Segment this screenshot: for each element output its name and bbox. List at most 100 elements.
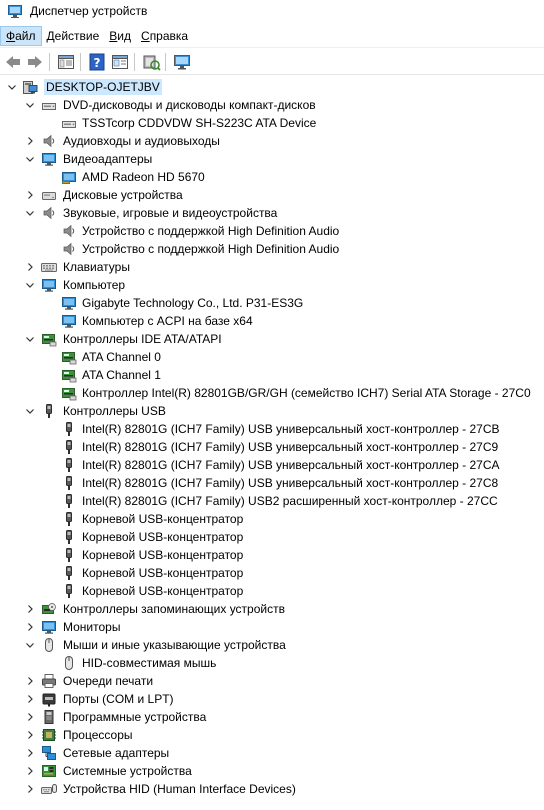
tree-category[interactable]: Клавиатуры	[0, 258, 544, 276]
disk-drive-icon	[42, 192, 56, 200]
chevron-down-icon[interactable]	[6, 81, 18, 93]
tree-device[interactable]: Корневой USB-концентратор	[0, 582, 544, 600]
properties-button[interactable]	[110, 52, 130, 72]
tree-device[interactable]: Intel(R) 82801G (ICH7 Family) USB универ…	[0, 438, 544, 456]
tree-root[interactable]: DESKTOP-OJETJBV	[0, 78, 544, 96]
update-driver-button[interactable]	[172, 52, 192, 72]
chevron-down-icon[interactable]	[24, 153, 36, 165]
chevron-right-icon[interactable]	[24, 675, 36, 687]
tree-device[interactable]: TSSTcorp CDDVDW SH-S223C ATA Device	[0, 114, 544, 132]
help-button[interactable]: ?	[87, 52, 107, 72]
chevron-right-icon[interactable]	[24, 783, 36, 795]
tree-device[interactable]: Intel(R) 82801G (ICH7 Family) USB универ…	[0, 456, 544, 474]
tree-device[interactable]: AMD Radeon HD 5670	[0, 168, 544, 186]
chevron-right-icon[interactable]	[24, 711, 36, 723]
tree-device[interactable]: Устройство с поддержкой High Definition …	[0, 222, 544, 240]
tree-category[interactable]: Мониторы	[0, 618, 544, 636]
tree-item-label: DVD-дисководы и дисководы компакт-дисков	[63, 98, 316, 112]
tree-category[interactable]: Устройства HID (Human Interface Devices)	[0, 780, 544, 798]
tree-item-label: Intel(R) 82801G (ICH7 Family) USB2 расши…	[82, 494, 498, 508]
keyboard-icon	[41, 263, 57, 272]
tree-item-label: Intel(R) 82801G (ICH7 Family) USB универ…	[82, 476, 499, 490]
menu-item-2[interactable]: Вид	[104, 26, 136, 46]
tree-item-label: Системные устройства	[63, 764, 192, 778]
tree-category[interactable]: Мыши и иные указывающие устройства	[0, 636, 544, 654]
tree-category[interactable]: Компьютер	[0, 276, 544, 294]
chevron-right-icon[interactable]	[24, 765, 36, 777]
tree-category[interactable]: DVD-дисководы и дисководы компакт-дисков	[0, 96, 544, 114]
tree-item-label: Корневой USB-концентратор	[82, 512, 244, 526]
tree-item-label: Звуковые, игровые и видеоустройства	[63, 206, 278, 220]
tree-category[interactable]: Аудиовходы и аудиовыходы	[0, 132, 544, 150]
tree-device[interactable]: HID-совместимая мышь	[0, 654, 544, 672]
tree-category[interactable]: Дисковые устройства	[0, 186, 544, 204]
tree-item-label: Корневой USB-концентратор	[82, 548, 244, 562]
tree-device[interactable]: Контроллер Intel(R) 82801GB/GR/GH (семей…	[0, 384, 544, 402]
chevron-right-icon[interactable]	[24, 603, 36, 615]
tree-device[interactable]: ATA Channel 1	[0, 366, 544, 384]
tree-category[interactable]: Порты (COM и LPT)	[0, 690, 544, 708]
tree-category[interactable]: Процессоры	[0, 726, 544, 744]
back-button[interactable]	[3, 52, 23, 72]
disc-drive-icon	[42, 103, 56, 110]
show-hide-console-tree-button[interactable]	[56, 52, 76, 72]
device-tree[interactable]: DESKTOP-OJETJBV DVD-дисководы и дисководы…	[0, 78, 544, 810]
chevron-right-icon[interactable]	[24, 729, 36, 741]
menu-bar: Файл Действие Вид Справка	[0, 26, 544, 46]
svg-text:?: ?	[94, 56, 101, 70]
chevron-down-icon[interactable]	[24, 405, 36, 417]
speaker-icon	[63, 224, 75, 238]
chevron-down-icon[interactable]	[24, 639, 36, 651]
printer-icon	[42, 674, 56, 688]
tree-category[interactable]: Контроллеры запоминающих устройств	[0, 600, 544, 618]
chevron-right-icon[interactable]	[24, 621, 36, 633]
forward-button[interactable]	[25, 52, 45, 72]
tree-device[interactable]: Устройство с поддержкой High Definition …	[0, 240, 544, 258]
menu-item-1[interactable]: Действие	[42, 26, 105, 46]
tree-category[interactable]: Контроллеры IDE ATA/ATAPI	[0, 330, 544, 348]
tree-device[interactable]: ATA Channel 0	[0, 348, 544, 366]
usb-icon	[66, 440, 72, 454]
tree-device[interactable]: Корневой USB-концентратор	[0, 546, 544, 564]
tree-item-label: Клавиатуры	[63, 260, 130, 274]
tree-device[interactable]: Gigabyte Technology Co., Ltd. P31-ES3G	[0, 294, 544, 312]
tree-item-label: Мыши и иные указывающие устройства	[63, 638, 286, 652]
usb-icon	[66, 458, 72, 472]
tree-device[interactable]: Корневой USB-концентратор	[0, 528, 544, 546]
speaker-icon	[43, 206, 55, 220]
tree-category[interactable]: Звуковые, игровые и видеоустройства	[0, 204, 544, 222]
tree-device[interactable]: Intel(R) 82801G (ICH7 Family) USB универ…	[0, 420, 544, 438]
tree-device[interactable]: Корневой USB-концентратор	[0, 564, 544, 582]
tree-device[interactable]: Intel(R) 82801G (ICH7 Family) USB универ…	[0, 474, 544, 492]
tree-category[interactable]: Системные устройства	[0, 762, 544, 780]
tree-device[interactable]: Корневой USB-концентратор	[0, 510, 544, 528]
toolbar-separator	[80, 53, 81, 71]
tree-item-label: Очереди печати	[63, 674, 154, 688]
scan-hardware-changes-button[interactable]	[141, 52, 161, 72]
menu-item-0[interactable]: Файл	[0, 26, 42, 46]
tree-device[interactable]: Компьютер с ACPI на базе x64	[0, 312, 544, 330]
tree-category[interactable]: Видеоадаптеры	[0, 150, 544, 168]
usb-icon	[66, 566, 72, 580]
chevron-right-icon[interactable]	[24, 747, 36, 759]
chevron-down-icon[interactable]	[24, 333, 36, 345]
tree-item-label: Аудиовходы и аудиовыходы	[63, 134, 220, 148]
chevron-right-icon[interactable]	[24, 261, 36, 273]
chevron-down-icon[interactable]	[24, 279, 36, 291]
chevron-right-icon[interactable]	[24, 135, 36, 147]
tree-category[interactable]: Программные устройства	[0, 708, 544, 726]
menu-item-3[interactable]: Справка	[136, 26, 193, 46]
tree-category[interactable]: Очереди печати	[0, 672, 544, 690]
chevron-down-icon[interactable]	[24, 99, 36, 111]
chevron-right-icon[interactable]	[24, 189, 36, 201]
tree-category[interactable]: Сетевые адаптеры	[0, 744, 544, 762]
tree-device[interactable]: Intel(R) 82801G (ICH7 Family) USB2 расши…	[0, 492, 544, 510]
tree-item-label: Дисковые устройства	[63, 188, 183, 202]
tree-item-label: DESKTOP-OJETJBV	[44, 79, 162, 95]
tree-item-label: Intel(R) 82801G (ICH7 Family) USB универ…	[82, 458, 500, 472]
tree-item-label: Программные устройства	[63, 710, 207, 724]
chevron-down-icon[interactable]	[24, 207, 36, 219]
tree-category[interactable]: Контроллеры USB	[0, 402, 544, 420]
chevron-right-icon[interactable]	[24, 693, 36, 705]
toolbar-separator	[49, 53, 50, 71]
